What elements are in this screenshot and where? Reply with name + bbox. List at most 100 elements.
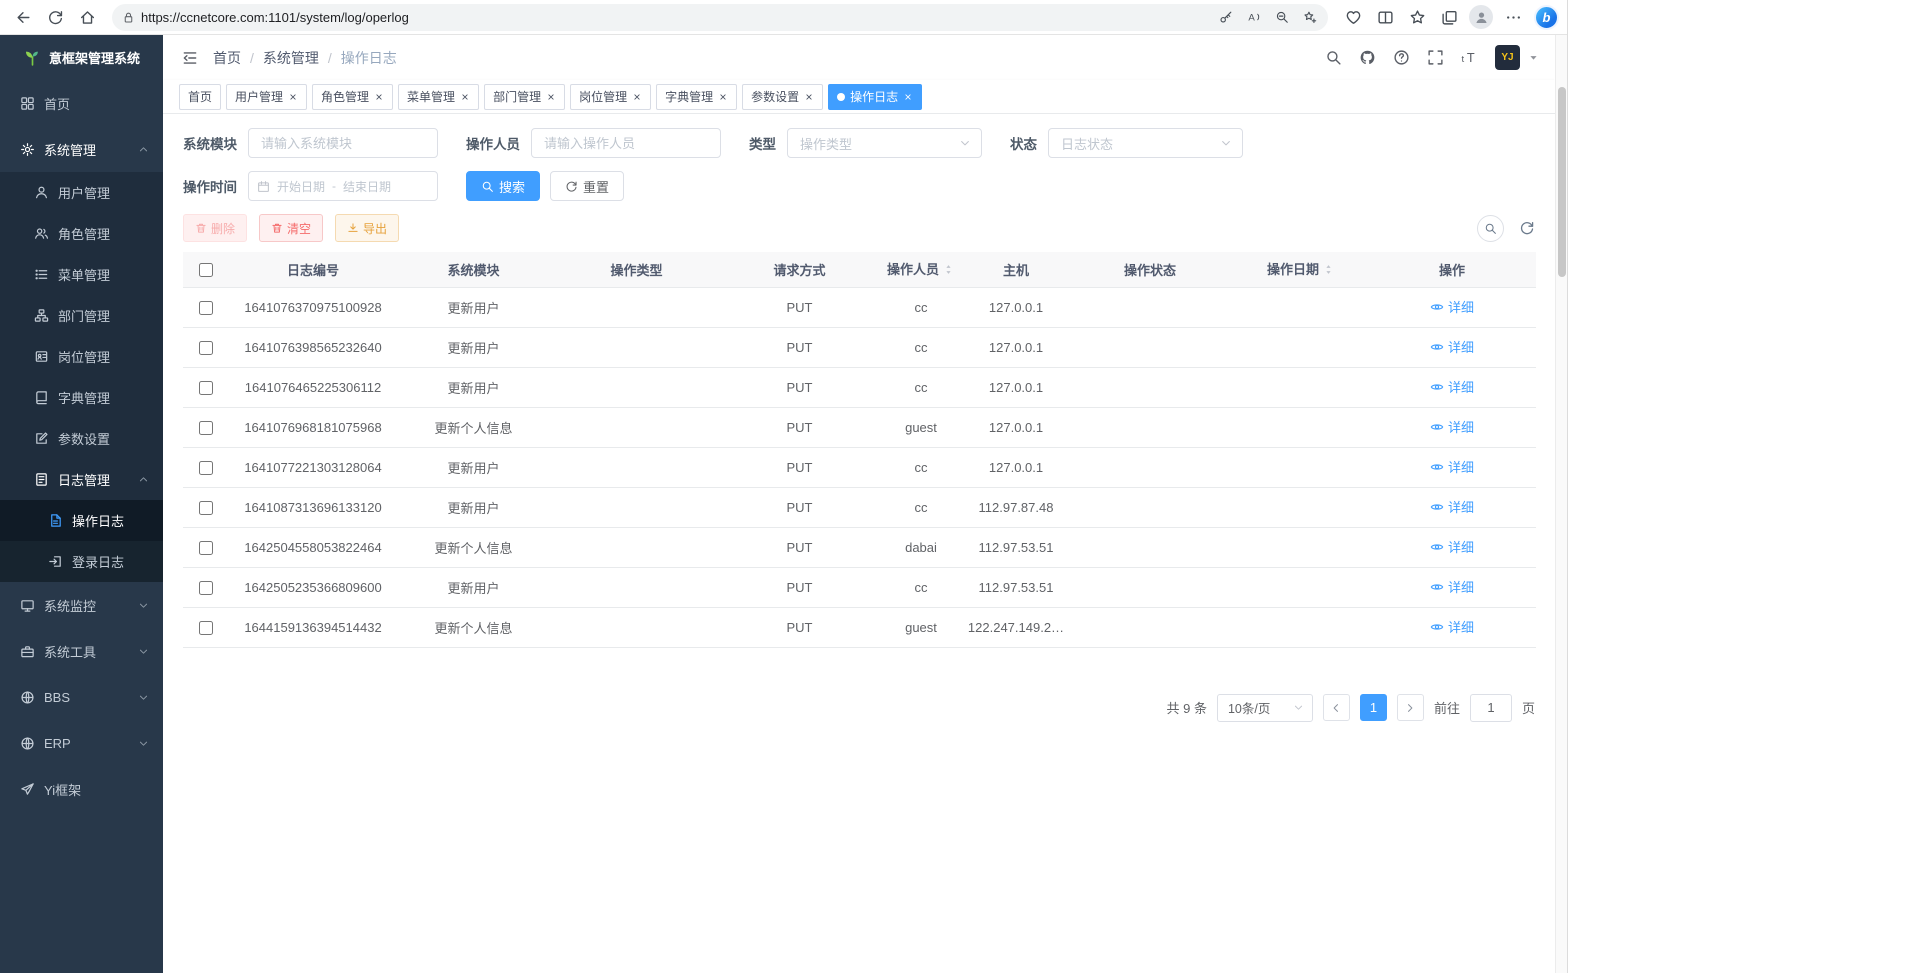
tab-5[interactable]: 岗位管理 <box>570 84 651 110</box>
sidebar-item-13[interactable]: 系统工具 <box>0 628 163 674</box>
tab-1[interactable]: 用户管理 <box>226 84 307 110</box>
sidebar-item-9[interactable]: 日志管理 <box>0 459 163 500</box>
prev-page-button[interactable] <box>1323 694 1350 721</box>
select-all-checkbox[interactable] <box>199 263 213 277</box>
row-checkbox[interactable] <box>199 581 213 595</box>
sidebar-item-2[interactable]: 用户管理 <box>0 172 163 213</box>
breadcrumb-home[interactable]: 首页 <box>213 48 241 68</box>
sidebar-item-16[interactable]: Yi框架 <box>0 766 163 812</box>
app-logo[interactable]: 意框架管理系统 <box>0 35 163 80</box>
close-icon[interactable] <box>374 92 384 102</box>
sort-icon[interactable] <box>1322 263 1335 279</box>
refresh-table-icon[interactable] <box>1519 220 1535 236</box>
detail-link[interactable]: 详细 <box>1430 537 1474 556</box>
close-icon[interactable] <box>546 92 556 102</box>
column-header-5[interactable]: 操作人员 <box>876 252 966 287</box>
sidebar-item-10[interactable]: 操作日志 <box>0 500 163 541</box>
close-icon[interactable] <box>718 92 728 102</box>
favorites-icon[interactable] <box>1402 3 1432 31</box>
detail-link[interactable]: 详细 <box>1430 617 1474 636</box>
detail-link[interactable]: 详细 <box>1430 377 1474 396</box>
tab-2[interactable]: 角色管理 <box>312 84 393 110</box>
collections-icon[interactable] <box>1434 3 1464 31</box>
help-icon[interactable] <box>1393 49 1410 66</box>
page-size-select[interactable]: 10条/页 <box>1217 694 1313 722</box>
page-1-button[interactable]: 1 <box>1360 694 1387 721</box>
browser-essentials-icon[interactable] <box>1338 3 1368 31</box>
sidebar-item-15[interactable]: ERP <box>0 720 163 766</box>
browser-home-icon[interactable] <box>72 3 102 31</box>
sidebar-item-14[interactable]: BBS <box>0 674 163 720</box>
split-screen-icon[interactable] <box>1370 3 1400 31</box>
address-bar[interactable]: https://ccnetcore.com:1101/system/log/op… <box>112 4 1328 31</box>
user-avatar[interactable]: YJ <box>1495 45 1520 70</box>
detail-link[interactable]: 详细 <box>1430 297 1474 316</box>
sidebar-item-3[interactable]: 角色管理 <box>0 213 163 254</box>
close-icon[interactable] <box>903 92 913 102</box>
row-checkbox[interactable] <box>199 461 213 475</box>
row-checkbox[interactable] <box>199 341 213 355</box>
close-icon[interactable] <box>804 92 814 102</box>
menu-fold-icon[interactable] <box>173 41 207 75</box>
sidebar-item-12[interactable]: 系统监控 <box>0 582 163 628</box>
url-text[interactable]: https://ccnetcore.com:1101/system/log/op… <box>141 10 1206 25</box>
detail-link[interactable]: 详细 <box>1430 497 1474 516</box>
font-size-icon[interactable]: tT <box>1461 49 1478 66</box>
sidebar-item-8[interactable]: 参数设置 <box>0 418 163 459</box>
date-range-picker[interactable]: 开始日期 - 结束日期 <box>248 171 438 201</box>
type-select[interactable]: 操作类型 <box>787 128 982 158</box>
fullscreen-icon[interactable] <box>1427 49 1444 66</box>
row-checkbox[interactable] <box>199 501 213 515</box>
tab-0[interactable]: 首页 <box>179 84 221 110</box>
reset-button[interactable]: 重置 <box>550 171 624 201</box>
sidebar-item-4[interactable]: 菜单管理 <box>0 254 163 295</box>
tab-8[interactable]: 操作日志 <box>828 84 922 110</box>
browser-more-icon[interactable] <box>1498 3 1528 31</box>
detail-link[interactable]: 详细 <box>1430 417 1474 436</box>
sidebar-item-1[interactable]: 系统管理 <box>0 126 163 172</box>
column-header-8[interactable]: 操作日期 <box>1234 252 1368 287</box>
sidebar-item-6[interactable]: 岗位管理 <box>0 336 163 377</box>
detail-link[interactable]: 详细 <box>1430 337 1474 356</box>
row-checkbox[interactable] <box>199 301 213 315</box>
row-checkbox[interactable] <box>199 381 213 395</box>
chevron-down-icon[interactable] <box>1528 52 1539 63</box>
tab-7[interactable]: 参数设置 <box>742 84 823 110</box>
read-aloud-icon[interactable]: A <box>1240 3 1268 31</box>
sort-icon[interactable] <box>942 263 955 279</box>
back-icon[interactable] <box>8 3 38 31</box>
sidebar-item-0[interactable]: 首页 <box>0 80 163 126</box>
detail-link[interactable]: 详细 <box>1430 577 1474 596</box>
goto-page-input[interactable] <box>1470 694 1512 722</box>
next-page-button[interactable] <box>1397 694 1424 721</box>
close-icon[interactable] <box>460 92 470 102</box>
key-icon[interactable] <box>1212 3 1240 31</box>
close-icon[interactable] <box>632 92 642 102</box>
refresh-page-icon[interactable] <box>40 3 70 31</box>
toggle-search-icon[interactable] <box>1477 215 1504 242</box>
profile-avatar[interactable] <box>1466 3 1496 31</box>
status-select[interactable]: 日志状态 <box>1048 128 1243 158</box>
operator-input[interactable] <box>531 128 721 158</box>
tab-4[interactable]: 部门管理 <box>484 84 565 110</box>
page-scrollbar[interactable] <box>1555 35 1567 973</box>
search-button[interactable]: 搜索 <box>466 171 540 201</box>
sidebar-item-7[interactable]: 字典管理 <box>0 377 163 418</box>
row-checkbox[interactable] <box>199 621 213 635</box>
header-search-icon[interactable] <box>1325 49 1342 66</box>
detail-link[interactable]: 详细 <box>1430 457 1474 476</box>
tab-6[interactable]: 字典管理 <box>656 84 737 110</box>
bing-icon[interactable]: b <box>1534 5 1559 30</box>
breadcrumb-system[interactable]: 系统管理 <box>263 48 319 68</box>
delete-button[interactable]: 删除 <box>183 214 247 242</box>
close-icon[interactable] <box>288 92 298 102</box>
sidebar-item-5[interactable]: 部门管理 <box>0 295 163 336</box>
scrollbar-thumb[interactable] <box>1558 87 1566 277</box>
row-checkbox[interactable] <box>199 541 213 555</box>
tab-3[interactable]: 菜单管理 <box>398 84 479 110</box>
github-icon[interactable] <box>1359 49 1376 66</box>
row-checkbox[interactable] <box>199 421 213 435</box>
clear-button[interactable]: 清空 <box>259 214 323 242</box>
favorite-add-icon[interactable] <box>1296 3 1324 31</box>
zoom-out-icon[interactable] <box>1268 3 1296 31</box>
